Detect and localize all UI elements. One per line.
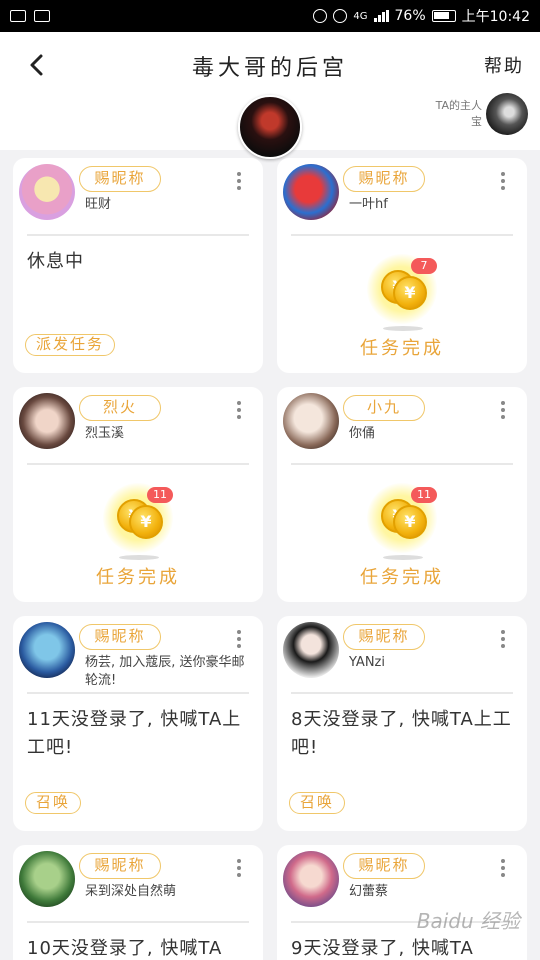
battery-icon — [431, 10, 456, 22]
task-done-label: 任务完成 — [96, 567, 180, 588]
image-icon — [34, 10, 50, 22]
more-icon[interactable] — [237, 859, 241, 877]
mute-icon — [313, 9, 328, 23]
avatar[interactable] — [19, 622, 75, 678]
more-icon[interactable] — [501, 172, 505, 190]
battery-percent: 76% — [394, 8, 426, 24]
page-title: 毒大哥的后宫 — [191, 56, 348, 81]
status-text: 11天没登录了, 快喊TA上工吧! — [27, 709, 242, 758]
nickname-badge[interactable]: 赐昵称 — [79, 166, 161, 192]
owner-label-line2: 宝 — [471, 115, 482, 128]
avatar[interactable] — [19, 851, 75, 907]
divider — [27, 234, 249, 236]
coin-icon: ¥ — [129, 505, 163, 539]
divider — [291, 234, 513, 236]
alarm-icon — [333, 9, 348, 23]
member-name: 一叶hf — [349, 197, 388, 212]
message-icon — [10, 10, 26, 22]
more-icon[interactable] — [237, 401, 241, 419]
member-name: 幻蕾蔡 — [349, 884, 389, 899]
harem-card[interactable]: 赐昵称 杨芸, 加入蔻辰, 送你豪华邮轮流! 11天没登录了, 快喊TA上工吧!… — [13, 616, 263, 831]
harem-card[interactable]: 小九 你俑 ¥ ¥ 11 任务完成 — [277, 387, 527, 602]
coin-reward[interactable]: ¥ ¥ 11 — [103, 483, 173, 553]
more-icon[interactable] — [501, 859, 505, 877]
divider — [27, 692, 249, 694]
divider — [291, 463, 513, 465]
avatar[interactable] — [283, 851, 339, 907]
main-avatar[interactable] — [238, 95, 302, 159]
more-icon[interactable] — [501, 630, 505, 648]
summon-button[interactable]: 召唤 — [25, 792, 82, 814]
status-bar: 4G 76% 上午10:42 — [0, 0, 540, 32]
divider — [291, 692, 513, 694]
summon-button[interactable]: 召唤 — [289, 792, 346, 814]
member-name: YANzi — [349, 655, 385, 670]
nickname-badge[interactable]: 小九 — [343, 395, 425, 421]
avatar[interactable] — [283, 622, 339, 678]
owner-avatar[interactable] — [486, 93, 528, 135]
nickname-badge[interactable]: 赐昵称 — [343, 853, 425, 879]
more-icon[interactable] — [237, 630, 241, 648]
avatar[interactable] — [19, 164, 75, 220]
member-name: 你俑 — [349, 426, 376, 441]
network-type: 4G — [353, 10, 368, 22]
owner-label: TA的主人 宝 — [436, 98, 482, 130]
status-text: 9天没登录了, 快喊TA — [291, 938, 474, 959]
coin-reward[interactable]: ¥ ¥ 7 — [367, 254, 437, 324]
member-name: 呆到深处自然萌 — [85, 884, 177, 899]
coin-count-badge: 11 — [411, 487, 437, 503]
nickname-badge[interactable]: 赐昵称 — [79, 853, 161, 879]
nickname-badge[interactable]: 赐昵称 — [79, 624, 161, 650]
coin-count-badge: 11 — [147, 487, 173, 503]
coin-icon: ¥ — [393, 505, 427, 539]
owner-label-line1: TA的主人 — [435, 99, 482, 112]
status-text: 8天没登录了, 快喊TA上工吧! — [291, 709, 512, 758]
harem-card[interactable]: 赐昵称 旺财 休息中 派发任务 — [13, 158, 263, 373]
coin-reward[interactable]: ¥ ¥ 11 — [367, 483, 437, 553]
clock: 上午10:42 — [461, 9, 530, 25]
harem-card[interactable]: 赐昵称 一叶hf ¥ ¥ 7 任务完成 — [277, 158, 527, 373]
member-name: 旺财 — [85, 197, 112, 212]
harem-card[interactable]: 赐昵称 幻蕾蔡 9天没登录了, 快喊TA — [277, 845, 527, 960]
help-button[interactable]: 帮助 — [484, 52, 524, 78]
harem-card[interactable]: 烈火 烈玉溪 ¥ ¥ 11 任务完成 — [13, 387, 263, 602]
harem-card[interactable]: 赐昵称 呆到深处自然萌 10天没登录了, 快喊TA — [13, 845, 263, 960]
task-done-label: 任务完成 — [360, 567, 444, 588]
member-name: 烈玉溪 — [85, 426, 125, 441]
coin-icon: ¥ — [393, 276, 427, 310]
nickname-badge[interactable]: 烈火 — [79, 395, 161, 421]
header: 毒大哥的后宫 帮助 TA的主人 宝 — [0, 32, 540, 159]
nickname-badge[interactable]: 赐昵称 — [343, 166, 425, 192]
nickname-badge[interactable]: 赐昵称 — [343, 624, 425, 650]
status-text: 10天没登录了, 快喊TA — [27, 938, 223, 959]
more-icon[interactable] — [237, 172, 241, 190]
avatar[interactable] — [19, 393, 75, 449]
divider — [27, 463, 249, 465]
avatar[interactable] — [283, 164, 339, 220]
more-icon[interactable] — [501, 401, 505, 419]
divider — [27, 921, 249, 923]
avatar[interactable] — [283, 393, 339, 449]
signal-icon — [373, 10, 389, 22]
harem-card[interactable]: 赐昵称 YANzi 8天没登录了, 快喊TA上工吧! 召唤 — [277, 616, 527, 831]
assign-task-button[interactable]: 派发任务 — [25, 334, 116, 356]
status-text: 休息中 — [27, 251, 84, 272]
member-name: 杨芸, 加入蔻辰, 送你豪华邮轮流! — [85, 655, 245, 688]
coin-count-badge: 7 — [411, 258, 437, 274]
watermark: Baidu 经验 — [416, 909, 520, 933]
task-done-label: 任务完成 — [360, 338, 444, 359]
